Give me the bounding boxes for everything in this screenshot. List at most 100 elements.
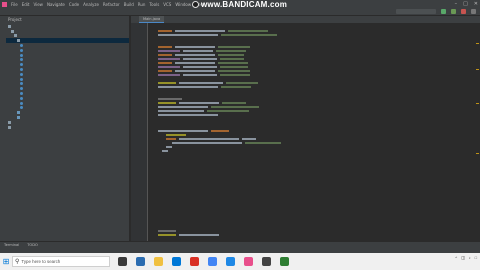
- chrome-icon[interactable]: [208, 257, 217, 266]
- network-icon[interactable]: ◫: [461, 255, 465, 260]
- project-panel: Project: [6, 16, 130, 241]
- code-token: [221, 34, 277, 36]
- close-icon[interactable]: ✕: [474, 1, 478, 7]
- java-class-icon: [20, 82, 23, 86]
- menu-build[interactable]: Build: [124, 2, 134, 7]
- code-token: [242, 138, 256, 140]
- taskbar-search-box[interactable]: ⚲ Type here to search: [12, 256, 110, 267]
- editor-tab[interactable]: [131, 16, 139, 23]
- code-token: [158, 62, 172, 64]
- folder-icon: [8, 24, 11, 28]
- code-token: [158, 74, 180, 76]
- edge-browser-icon[interactable]: [136, 257, 145, 266]
- code-token: [158, 98, 182, 100]
- code-token: [158, 58, 180, 60]
- code-editor[interactable]: [131, 23, 480, 241]
- mail-icon[interactable]: [190, 257, 199, 266]
- code-token: [226, 82, 258, 84]
- menu-view[interactable]: View: [33, 2, 43, 7]
- line-number-gutter: [131, 23, 148, 241]
- menu-analyze[interactable]: Analyze: [83, 2, 99, 7]
- code-token: [220, 58, 244, 60]
- editor-tab-active[interactable]: Main.java: [139, 16, 165, 23]
- run-configuration-dropdown[interactable]: [396, 9, 436, 14]
- code-token: [158, 102, 176, 104]
- toolbar: [396, 9, 476, 14]
- warning-marker[interactable]: [476, 69, 479, 70]
- store-icon[interactable]: [172, 257, 181, 266]
- code-token: [245, 142, 281, 144]
- code-token: [162, 150, 168, 152]
- warning-marker[interactable]: [476, 153, 479, 154]
- app-icon[interactable]: [280, 257, 289, 266]
- folder-icon: [11, 29, 14, 33]
- code-token: [222, 102, 246, 104]
- file-explorer-icon[interactable]: [154, 257, 163, 266]
- intellij-taskbar-icon[interactable]: [244, 257, 253, 266]
- volume-icon[interactable]: ♪: [469, 256, 471, 260]
- terminal-tool-button[interactable]: Terminal: [4, 243, 19, 247]
- java-class-icon: [20, 87, 23, 91]
- java-class-icon: [20, 72, 23, 76]
- code-token: [179, 102, 219, 104]
- menu-tools[interactable]: Tools: [149, 2, 159, 7]
- menu-edit[interactable]: Edit: [22, 2, 30, 7]
- code-token: [158, 106, 208, 108]
- app-icon[interactable]: [226, 257, 235, 266]
- warning-marker[interactable]: [476, 43, 479, 44]
- folder-icon: [17, 39, 20, 43]
- code-token: [179, 138, 239, 140]
- code-token: [175, 62, 215, 64]
- taskbar-apps: [118, 257, 289, 266]
- editor-tab-bar: Main.java: [131, 16, 480, 23]
- java-class-icon: [20, 58, 23, 62]
- menu-refactor[interactable]: Refactor: [103, 2, 120, 7]
- code-token: [172, 142, 242, 144]
- warning-marker[interactable]: [476, 103, 479, 104]
- debug-icon[interactable]: [451, 9, 456, 14]
- windows-start-icon[interactable]: ⊞: [0, 253, 12, 270]
- menu-vcs[interactable]: VCS: [163, 2, 171, 7]
- code-token: [221, 86, 251, 88]
- code-token: [183, 66, 217, 68]
- code-token: [158, 230, 176, 232]
- file-icon: [17, 111, 20, 115]
- minimize-icon[interactable]: –: [455, 1, 458, 7]
- run-icon[interactable]: [441, 9, 446, 14]
- menu-window[interactable]: Window: [175, 2, 191, 7]
- menu-run[interactable]: Run: [138, 2, 146, 7]
- notifications-icon[interactable]: □: [475, 256, 477, 260]
- code-token: [158, 234, 176, 236]
- maximize-icon[interactable]: □: [463, 1, 468, 7]
- bandicam-taskbar-icon[interactable]: [262, 257, 271, 266]
- code-token: [158, 30, 172, 32]
- code-token: [158, 54, 172, 56]
- intellij-logo-icon: [2, 1, 7, 7]
- code-token: [228, 30, 268, 32]
- code-token: [211, 106, 259, 108]
- search-everywhere-icon[interactable]: [471, 9, 476, 14]
- menu-navigate[interactable]: Navigate: [47, 2, 65, 7]
- code-token: [183, 74, 217, 76]
- editor-scroll-markers[interactable]: [476, 23, 479, 241]
- code-token: [175, 46, 215, 48]
- java-class-icon: [20, 68, 23, 72]
- code-token: [211, 130, 229, 132]
- menu-file[interactable]: File: [11, 2, 18, 7]
- code-token: [218, 70, 250, 72]
- chevron-up-icon[interactable]: ^: [455, 256, 457, 260]
- bottom-tool-strip: Terminal TODO: [0, 241, 480, 248]
- code-area[interactable]: [150, 25, 470, 239]
- tree-item[interactable]: [6, 125, 129, 130]
- code-token: [220, 66, 248, 68]
- todo-tool-button[interactable]: TODO: [27, 243, 38, 247]
- code-token: [175, 54, 215, 56]
- menu-code[interactable]: Code: [69, 2, 79, 7]
- scratches-icon: [8, 125, 11, 129]
- stop-icon[interactable]: [461, 9, 466, 14]
- java-class-icon: [20, 92, 23, 96]
- code-token: [158, 46, 172, 48]
- task-view-icon[interactable]: [118, 257, 127, 266]
- code-token: [218, 54, 244, 56]
- project-panel-header[interactable]: Project: [6, 16, 129, 23]
